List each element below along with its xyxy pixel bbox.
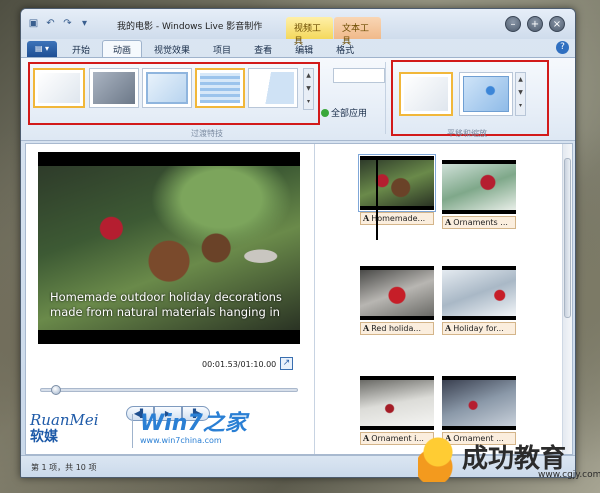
context-tab-video-tools[interactable]: 视频工具 <box>286 17 333 47</box>
help-icon[interactable]: ? <box>556 41 569 54</box>
clip-caption: A Red holida... <box>360 322 434 335</box>
app-window: ▣ ↶ ↷ ▾ 我的电影 - Windows Live 影音制作 视频工具 文本… <box>20 8 576 478</box>
ruanmei-chinese-text: 软媒 <box>30 429 58 445</box>
preview-pane: Homemade outdoor holiday decorations mad… <box>26 144 314 454</box>
clip-caption: A Homemade... <box>360 212 434 225</box>
ruanmei-latin-text: RuanMei <box>30 411 99 429</box>
context-tab-text-tools[interactable]: 文本工具 <box>334 17 381 47</box>
maximize-button[interactable]: + <box>527 16 543 32</box>
ruanmei-watermark: RuanMei 软媒 <box>30 412 130 446</box>
clip-thumbnail <box>442 160 516 214</box>
win7china-logo-text: Win7之家 <box>140 411 247 436</box>
quick-access-toolbar: ▣ ↶ ↷ ▾ <box>27 17 91 30</box>
undo-icon[interactable]: ↶ <box>44 17 57 30</box>
transitions-gallery-scroll[interactable]: ▲ ▼ ▾ <box>303 68 314 110</box>
transition-page-curl-thumb[interactable] <box>248 68 298 108</box>
tab-edit[interactable]: 编辑 <box>284 40 324 57</box>
workspace: Homemade outdoor holiday decorations mad… <box>25 143 573 455</box>
status-item-count: 第 1 项，共 10 项 <box>31 463 97 472</box>
clip-thumbnail <box>360 376 434 430</box>
transition-slide-thumb[interactable] <box>142 68 192 108</box>
insertion-marker <box>376 158 378 240</box>
clip-caption: A Holiday for... <box>442 322 516 335</box>
close-button[interactable]: × <box>549 16 565 32</box>
clip-thumbnail <box>442 266 516 320</box>
gallery-down-icon[interactable]: ▼ <box>306 85 311 92</box>
watermark-separator <box>132 414 133 448</box>
application-menu-button[interactable]: ▤ ▾ <box>27 41 57 57</box>
cgjy-logo-mark <box>418 432 458 482</box>
ribbon-tab-bar: ▤ ▾ 开始 动画 视觉效果 项目 查看 编辑 格式 ? <box>21 39 575 57</box>
pan-zoom-none-thumb[interactable] <box>399 72 453 116</box>
cgjy-url: www.cgjy.com <box>538 470 600 480</box>
tab-project[interactable]: 项目 <box>202 40 242 57</box>
fullscreen-icon[interactable]: ↗ <box>280 357 293 370</box>
storyboard-pane: A Homemade... A Ornaments ... A Red holida.… <box>314 144 572 454</box>
window-title: 我的电影 - Windows Live 影音制作 <box>117 22 263 32</box>
gallery-up-icon[interactable]: ▲ <box>306 72 311 79</box>
timecode: 00:01.53/01:10.00 <box>202 360 277 369</box>
pan-gallery-up-icon[interactable]: ▲ <box>518 76 523 83</box>
ribbon-panel: ▲ ▼ ▾ 过渡特技 全部应用 ▲ ▼ ▾ 平移和缩放 <box>21 57 575 141</box>
tab-view[interactable]: 查看 <box>243 40 283 57</box>
text-marker-icon: A <box>363 323 370 333</box>
apply-to-all-button[interactable]: 全部应用 <box>321 106 367 119</box>
redo-icon[interactable]: ↷ <box>61 17 74 30</box>
clip-thumbnail <box>358 154 436 212</box>
pan-gallery-down-icon[interactable]: ▼ <box>518 89 523 96</box>
customize-toolbar-icon[interactable]: ▾ <box>78 17 91 30</box>
storyboard-scrollbar[interactable] <box>562 144 572 454</box>
tab-home[interactable]: 开始 <box>61 40 101 57</box>
preview-caption: Homemade outdoor holiday decorations mad… <box>50 290 282 319</box>
scrollbar-thumb[interactable] <box>564 158 571 318</box>
seek-handle[interactable] <box>51 385 62 395</box>
storyboard-clip-2[interactable]: A Ornaments ... <box>442 160 516 229</box>
tab-format[interactable]: 格式 <box>325 40 365 57</box>
text-marker-icon: A <box>445 323 452 333</box>
gallery-more-icon[interactable]: ▾ <box>307 98 310 105</box>
seek-bar[interactable] <box>40 385 298 395</box>
pan-zoom-auto-thumb[interactable] <box>459 72 513 116</box>
apply-all-label: 全部应用 <box>331 109 368 119</box>
pan-zoom-group-label: 平移和缩放 <box>447 129 487 138</box>
clip-thumbnail <box>442 376 516 430</box>
pan-zoom-gallery-scroll[interactable]: ▲ ▼ ▾ <box>515 72 526 116</box>
storyboard-clip-3[interactable]: A Red holida... <box>360 266 434 335</box>
clip-caption: A Ornaments ... <box>442 216 516 229</box>
storyboard-clip-1[interactable]: A Homemade... <box>358 154 436 225</box>
save-icon[interactable]: ▣ <box>27 17 40 30</box>
video-preview[interactable]: Homemade outdoor holiday decorations mad… <box>38 152 300 344</box>
clip-thumbnail <box>360 266 434 320</box>
tab-animations[interactable]: 动画 <box>102 40 143 57</box>
ribbon-separator <box>385 62 386 134</box>
tab-visual-effects[interactable]: 视觉效果 <box>143 40 201 57</box>
pan-gallery-more-icon[interactable]: ▾ <box>519 102 522 109</box>
win7china-watermark: Win7之家 www.win7china.com <box>140 411 247 446</box>
apply-all-icon <box>321 109 329 117</box>
transitions-group-label: 过渡特技 <box>191 129 223 138</box>
transition-crossfade-thumb[interactable] <box>89 68 139 108</box>
win7china-url: www.win7china.com <box>140 436 222 445</box>
pane-divider[interactable] <box>314 144 315 454</box>
minimize-button[interactable]: – <box>505 16 521 32</box>
text-marker-icon: A <box>363 433 370 443</box>
text-marker-icon: A <box>445 217 452 227</box>
transition-mosaic-thumb[interactable] <box>195 68 245 108</box>
text-marker-icon: A <box>363 213 370 223</box>
duration-field[interactable] <box>333 68 385 83</box>
storyboard-clip-4[interactable]: A Holiday for... <box>442 266 516 335</box>
transition-none-thumb[interactable] <box>33 68 85 108</box>
title-bar: ▣ ↶ ↷ ▾ 我的电影 - Windows Live 影音制作 视频工具 文本… <box>21 9 575 47</box>
